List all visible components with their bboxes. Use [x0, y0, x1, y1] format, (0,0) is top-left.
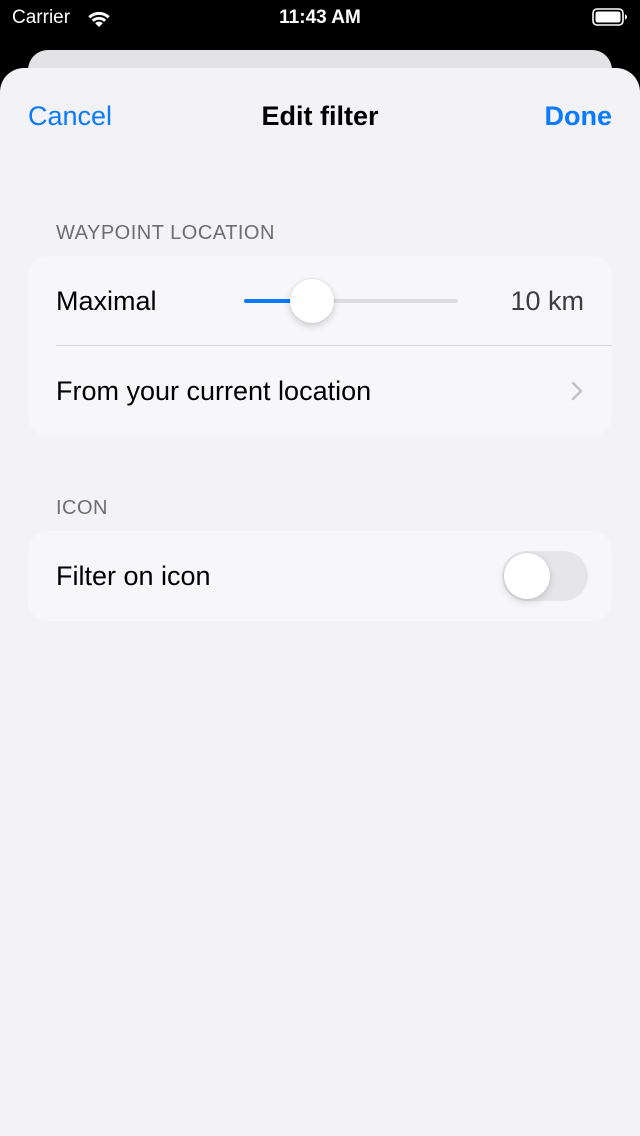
battery-full-icon — [592, 8, 627, 26]
edit-filter-sheet: Cancel Edit filter Done WAYPOINT LOCATIO… — [0, 68, 640, 1136]
maximal-label: Maximal — [56, 286, 157, 316]
section-header-icon: ICON — [56, 497, 108, 519]
slider-thumb[interactable] — [290, 279, 334, 323]
distance-slider[interactable] — [244, 279, 458, 323]
toggle-knob — [504, 553, 550, 599]
icon-group: Filter on icon — [28, 531, 612, 621]
status-bar: Carrier 11:43 AM — [0, 0, 640, 40]
filter-on-icon-toggle[interactable] — [502, 551, 588, 601]
navigation-bar: Cancel Edit filter Done — [0, 68, 640, 166]
distance-value: 10 km — [510, 286, 584, 316]
waypoint-location-group: Maximal 10 km From your current location — [28, 256, 612, 436]
maximal-distance-row: Maximal 10 km — [28, 256, 612, 346]
done-button[interactable]: Done — [545, 99, 613, 133]
filter-on-icon-label: Filter on icon — [56, 561, 211, 591]
section-header-waypoint-location: WAYPOINT LOCATION — [56, 222, 275, 244]
clock: 11:43 AM — [279, 7, 361, 28]
from-current-location-label: From your current location — [56, 376, 372, 406]
filter-on-icon-row: Filter on icon — [28, 531, 612, 621]
from-current-location-row[interactable]: From your current location — [28, 346, 612, 436]
chevron-right-icon — [571, 381, 583, 401]
